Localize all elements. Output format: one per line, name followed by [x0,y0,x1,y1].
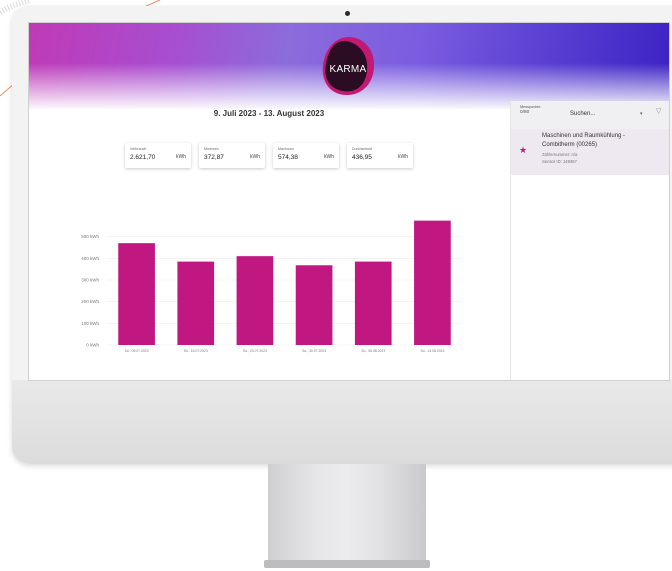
y-tick-label: 200 kWh [81,299,99,304]
date-range-title[interactable]: 9. Juli 2023 - 13. August 2023 [149,109,389,118]
x-tick-label: So., 16.07.2023 [184,349,208,353]
stat-card-consumption: Verbrauch 2.621,70 kWh [125,143,191,168]
sensor-name-line1: Maschinen und Raumkühlung - [542,133,626,139]
bar[interactable] [354,261,392,345]
app-screen: KARMA 9. Juli 2023 - 13. August 2023 Ver… [28,22,670,381]
monitor-chin [12,380,672,464]
x-tick-label: So., 06.08.2023 [361,349,385,353]
monitor-stand-base [264,560,430,568]
y-tick-label: 500 kWh [81,234,99,239]
chevron-down-icon[interactable]: ▾ [640,111,643,117]
bar[interactable] [118,243,155,345]
bar[interactable] [295,265,333,345]
favorite-star-icon[interactable]: ★ [519,145,527,156]
sensor-sidebar: Messpunkte 0/80 Suchen... ▾ ▽ ★ Maschine… [510,101,669,380]
sensor-list-item[interactable]: ★ Maschinen und Raumkühlung - Combitherm… [511,129,669,175]
search-select[interactable]: Suchen... ▾ [565,104,651,126]
sensor-id: Sensor ID: 149357 [542,159,577,164]
x-tick-label: So., 13.08.2023 [420,349,444,353]
stat-card-average: Durchschnitt 436,95 kWh [347,143,413,168]
sensor-name-line2: Combitherm (00265) [542,142,598,148]
search-placeholder: Suchen... [570,111,596,117]
stat-card-maximum: Maximum 574,38 kWh [273,143,339,168]
consumption-bar-chart: 0 kWh 100 kWh 200 kWh 300 kWh 400 kWh 500 kWh… [81,220,462,353]
bar[interactable] [414,220,451,345]
camera-icon [345,11,350,16]
x-tick-label: So., 09.07.2023 [125,349,149,353]
stat-card-minimum: Minimum 372,87 kWh [199,143,265,168]
y-tick-label: 300 kWh [81,278,99,283]
monitor-stand [268,464,426,568]
logo-text: KARMA [329,64,367,75]
y-tick-label: 100 kWh [81,321,99,326]
y-tick-label: 0 kWh [86,343,99,348]
filter-icon[interactable]: ▽ [656,107,661,115]
x-tick-label: So., 23.07.2023 [243,349,267,353]
page: KARMA 9. Juli 2023 - 13. August 2023 Ver… [0,0,672,571]
sensor-meter-number: Zählernummer: n/a [542,152,578,157]
sidebar-header: Messpunkte 0/80 Suchen... ▾ ▽ [511,101,669,130]
bar[interactable] [177,261,215,345]
sensor-count-value: 0/80 [520,110,530,115]
x-tick-label: So., 30.07.2023 [302,349,326,353]
sensor-count-label: Messpunkte [520,105,541,109]
y-tick-label: 400 kWh [81,256,99,261]
bar[interactable] [236,256,274,345]
